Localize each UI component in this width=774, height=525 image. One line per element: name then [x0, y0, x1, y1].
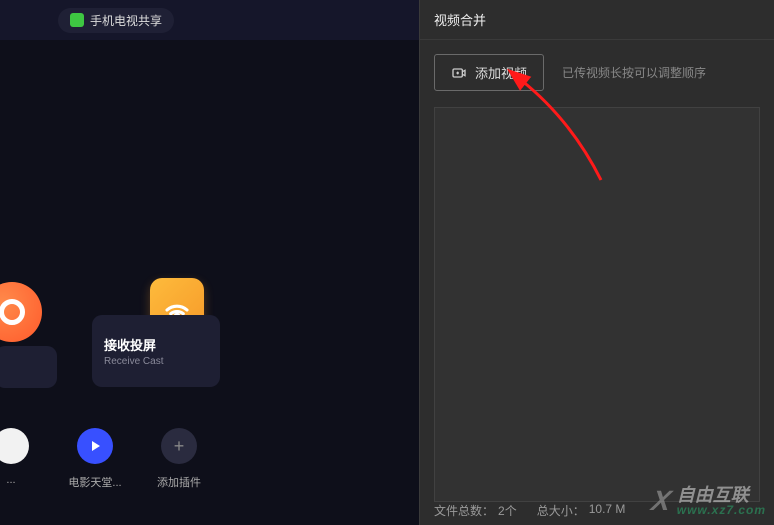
panel-toolbar: 添加视频 已传视频长按可以调整顺序 [420, 40, 774, 101]
shortcut-label: 电影天堂... [68, 474, 121, 490]
feature-card-partial[interactable] [0, 346, 57, 388]
shortcut-row: ... 电影天堂... + 添加插件 [0, 428, 208, 490]
shortcut-item[interactable]: ... [0, 428, 40, 486]
add-video-label: 添加视频 [475, 63, 527, 82]
plus-circle-icon: + [161, 428, 197, 464]
total-size-label: 总大小： [537, 502, 585, 519]
android-icon [70, 13, 84, 27]
watermark-logo-icon: X [649, 485, 673, 517]
watermark-text: 自由互联 [677, 486, 766, 504]
cast-subtitle: Receive Cast [104, 356, 208, 367]
panel-title: 视频合并 [420, 0, 774, 40]
reorder-hint: 已传视频长按可以调整顺序 [562, 64, 706, 81]
shortcut-label: 添加插件 [157, 474, 201, 490]
video-plus-icon [451, 65, 467, 81]
share-label: 手机电视共享 [90, 12, 162, 29]
watermark: X 自由互联 www.xz7.com [652, 485, 766, 517]
add-plugin-button[interactable]: + 添加插件 [150, 428, 208, 490]
video-merge-panel: 视频合并 添加视频 已传视频长按可以调整顺序 文件总数： 2个 总大小： 10.… [419, 0, 774, 525]
shortcut-icon [0, 428, 29, 464]
file-count-value: 2个 [498, 502, 517, 519]
panel-footer: 文件总数： 2个 总大小： 10.7 M [434, 502, 625, 519]
left-content: 接收投屏 Receive Cast ... 电影天堂... + 添加插件 [0, 40, 419, 525]
add-video-button[interactable]: 添加视频 [434, 54, 544, 91]
receive-cast-card[interactable]: 接收投屏 Receive Cast [92, 315, 220, 387]
shortcut-label: ... [6, 474, 15, 486]
feature-circle-icon[interactable] [0, 282, 42, 342]
total-size-value: 10.7 M [589, 502, 626, 519]
video-list-area[interactable] [434, 107, 760, 502]
play-circle-icon [77, 428, 113, 464]
shortcut-item[interactable]: 电影天堂... [66, 428, 124, 490]
watermark-url: www.xz7.com [677, 504, 766, 516]
file-count-label: 文件总数： [434, 502, 494, 519]
phone-tv-share-button[interactable]: 手机电视共享 [58, 8, 174, 33]
cast-title: 接收投屏 [104, 335, 208, 354]
donut-icon [0, 299, 25, 325]
play-icon [92, 441, 100, 451]
